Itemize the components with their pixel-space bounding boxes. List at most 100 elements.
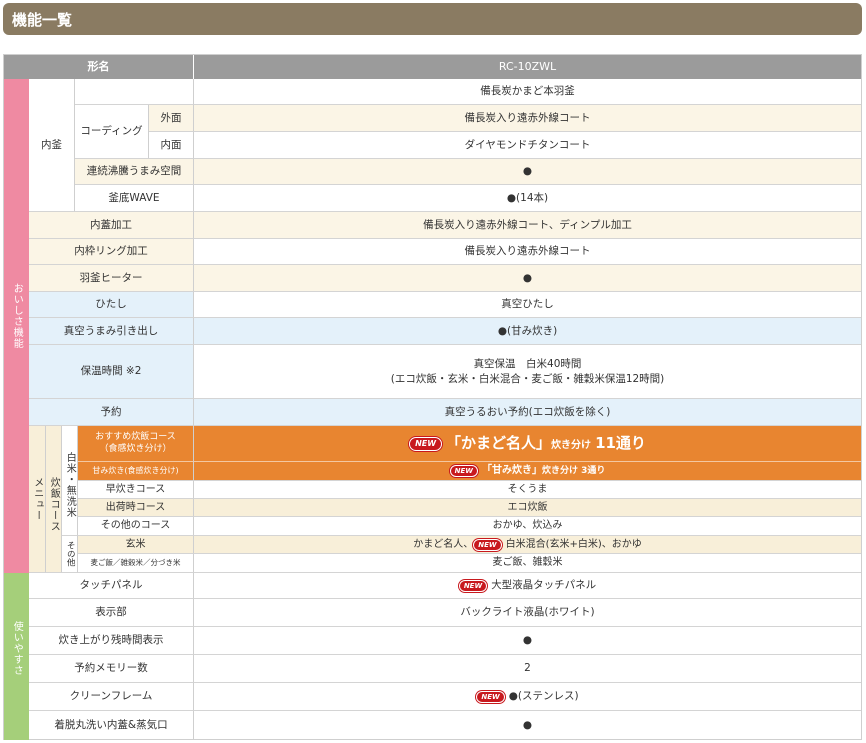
- row-hitashi-value: 真空ひたし: [501, 298, 554, 311]
- osusume-label-2: （食感炊き分け）: [99, 443, 172, 454]
- shukka-label-cell: 出荷時コース: [78, 499, 194, 517]
- outer-value-cell: 備長炭入り遠赤外線コート: [194, 105, 861, 132]
- other-course-label: その他のコース: [100, 520, 171, 532]
- wave-value-cell: ●(14本): [194, 185, 861, 212]
- uchigama-material-value-cell: 備長炭かまど本羽釜: [194, 79, 861, 105]
- row-hoon-value-line2: (エコ炊飯・玄米・白米混合・麦ご飯・雑穀米保温12時間): [390, 372, 665, 385]
- outer-value: 備長炭入り遠赤外線コート: [464, 111, 591, 124]
- row-hitashi-label-cell: ひたし: [29, 292, 194, 318]
- row-heater-label-cell: 羽釜ヒーター: [29, 265, 194, 292]
- row-heater-value: ●: [522, 271, 533, 284]
- category-oishisa: おいしさ機能: [4, 79, 29, 573]
- inner-label-cell: 内面: [149, 132, 194, 159]
- row-display-value: バックライト液晶(ホワイト): [460, 606, 595, 619]
- row-display-value-cell: バックライト液晶(ホワイト): [194, 599, 861, 627]
- outer-label-cell: 外面: [149, 105, 194, 132]
- row-naibuta-label-cell: 内蓋加工: [29, 212, 194, 239]
- other-course-value: おかゆ、炊込み: [492, 520, 563, 532]
- row-remaining-value-cell: ●: [194, 627, 861, 655]
- hayadaki-value-cell: そくうま: [194, 481, 861, 499]
- mugi-value: 麦ご飯、雑穀米: [492, 557, 563, 569]
- row-hoon-label: 保温時間 ※2: [80, 365, 142, 378]
- new-badge: NEW: [449, 465, 478, 477]
- row-cleanframe-value: ●(ステンレス): [508, 690, 579, 703]
- row-remaining-value: ●: [522, 634, 533, 647]
- row-hitashi-label: ひたし: [95, 298, 127, 311]
- amami-value-cell: NEW 「甘み炊き」 炊き分け 3通り: [194, 462, 861, 481]
- row-washable-label: 着脱丸洗い内蓋&蒸気口: [54, 718, 168, 731]
- hayadaki-label: 早炊きコース: [105, 483, 166, 495]
- hayadaki-value: そくうま: [507, 483, 548, 495]
- row-yoyaku-value: 真空うるおい予約(エコ炊飯を除く): [444, 405, 611, 418]
- shukka-value-cell: エコ炊飯: [194, 499, 861, 517]
- row-cleanframe-label: クリーンフレーム: [69, 690, 153, 703]
- osusume-value-small: 炊き分け: [551, 440, 592, 452]
- amami-label: 甘み炊き(食感炊き分け): [92, 465, 179, 475]
- row-ring-value-cell: 備長炭入り遠赤外線コート: [194, 239, 861, 265]
- row-umami-value: ●(甘み炊き): [497, 324, 558, 337]
- hakumai-label: 白米・無洗米: [64, 451, 76, 518]
- osusume-label-cell: おすすめ炊飯コース （食感炊き分け）: [78, 426, 194, 462]
- menu-category-label: メニュー: [31, 477, 43, 521]
- renzoku-value: ●: [522, 165, 533, 178]
- category-oishisa-label: おいしさ機能: [11, 283, 23, 349]
- row-washable-label-cell: 着脱丸洗い内蓋&蒸気口: [29, 711, 194, 739]
- row-display-label: 表示部: [95, 606, 127, 619]
- model-value: RC-10ZWL: [498, 59, 557, 73]
- mugi-label: 麦ご飯／雑穀米／分づき米: [90, 557, 181, 567]
- section-title: 機能一覧: [12, 11, 73, 29]
- row-heater-value-cell: ●: [194, 265, 861, 292]
- row-yoyaku-value-cell: 真空うるおい予約(エコ炊飯を除く): [194, 399, 861, 426]
- row-yoyaku-label: 予約: [100, 405, 122, 418]
- row-yoyaku-label-cell: 予約: [29, 399, 194, 426]
- mugi-value-cell: 麦ご飯、雑穀米: [194, 554, 861, 573]
- amami-label-cell: 甘み炊き(食感炊き分け): [78, 462, 194, 481]
- osusume-value-main: 「かまど名人」: [446, 434, 552, 453]
- new-badge: NEW: [476, 690, 505, 703]
- amami-value-main: 「甘み炊き」: [481, 465, 542, 477]
- wave-label: 釜底WAVE: [108, 191, 160, 204]
- category-tsukaiyasusa: 使いやすさ: [4, 573, 29, 740]
- row-ring-value: 備長炭入り遠赤外線コート: [464, 245, 591, 258]
- row-washable-value: ●: [522, 718, 533, 731]
- model-value-cell: RC-10ZWL: [194, 55, 861, 79]
- shukka-label: 出荷時コース: [105, 501, 166, 513]
- sonota-label: その他: [65, 541, 76, 567]
- row-naibuta-label: 内蓋加工: [90, 218, 132, 231]
- inner-label: 内面: [160, 138, 182, 151]
- row-memory-label-cell: 予約メモリー数: [29, 655, 194, 683]
- row-touchpanel-label: タッチパネル: [79, 579, 143, 592]
- row-hoon-value-line1: 真空保温 白米40時間: [473, 358, 582, 371]
- section-header: 機能一覧: [3, 3, 862, 35]
- row-hitashi-value-cell: 真空ひたし: [194, 292, 861, 318]
- coating-label: コーディング: [80, 125, 143, 138]
- genmai-value-post: 白米混合(玄米+白米)、おかゆ: [505, 538, 642, 550]
- inner-value: ダイヤモンドチタンコート: [464, 138, 591, 151]
- row-remaining-label: 炊き上がり残時間表示: [58, 634, 164, 647]
- model-label: 形名: [87, 59, 110, 73]
- renzoku-label-cell: 連続沸騰うまみ空間: [75, 159, 194, 185]
- coating-label-cell: コーディング: [75, 105, 149, 159]
- sonota-cell: その他: [62, 536, 78, 573]
- hakumai-cell: 白米・無洗米: [62, 426, 78, 536]
- row-heater-label: 羽釜ヒーター: [79, 271, 143, 284]
- osusume-value-cell: NEW 「かまど名人」 炊き分け 11通り: [194, 426, 861, 462]
- wave-value: ●(14本): [506, 191, 549, 204]
- genmai-value-pre: かまど名人、: [413, 538, 474, 550]
- genmai-label-cell: 玄米: [78, 536, 194, 554]
- row-memory-label: 予約メモリー数: [74, 662, 148, 675]
- uchigama-label-cell: 内釜: [29, 79, 75, 212]
- mugi-label-cell: 麦ご飯／雑穀米／分づき米: [78, 554, 194, 573]
- row-hoon-value-cell: 真空保温 白米40時間 (エコ炊飯・玄米・白米混合・麦ご飯・雑穀米保温12時間): [194, 345, 861, 399]
- other-course-label-cell: その他のコース: [78, 517, 194, 536]
- row-hoon-label-cell: 保温時間 ※2: [29, 345, 194, 399]
- new-badge: NEW: [473, 538, 502, 551]
- row-ring-label-cell: 内枠リング加工: [29, 239, 194, 265]
- new-badge: NEW: [409, 436, 443, 451]
- genmai-value-cell: かまど名人、 NEW 白米混合(玄米+白米)、おかゆ: [194, 536, 861, 554]
- uchigama-label: 内釜: [41, 138, 62, 151]
- renzoku-value-cell: ●: [194, 159, 861, 185]
- row-umami-value-cell: ●(甘み炊き): [194, 318, 861, 345]
- wave-label-cell: 釜底WAVE: [75, 185, 194, 212]
- suihan-course-label: 炊飯コース: [48, 476, 60, 532]
